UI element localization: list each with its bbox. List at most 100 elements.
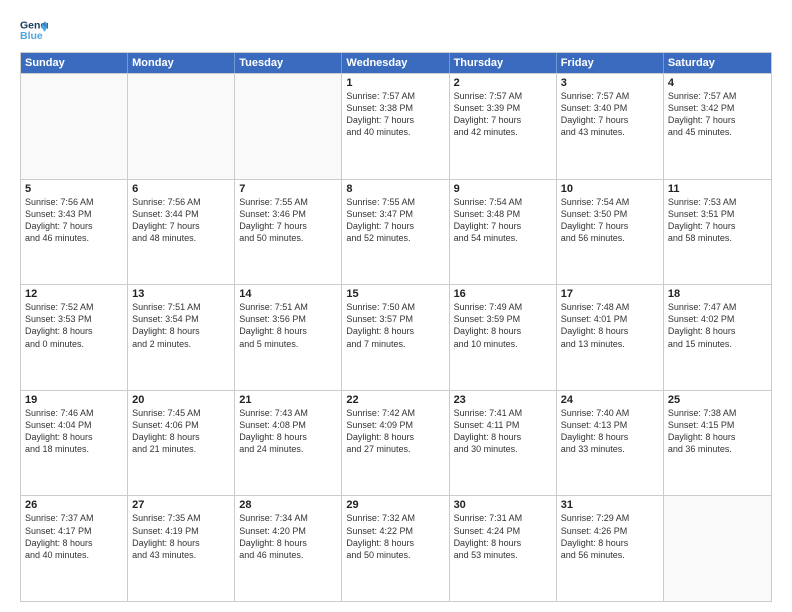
day-number: 23 — [454, 394, 552, 406]
calendar-cell: 28Sunrise: 7:34 AM Sunset: 4:20 PM Dayli… — [235, 496, 342, 601]
calendar-cell: 21Sunrise: 7:43 AM Sunset: 4:08 PM Dayli… — [235, 391, 342, 496]
logo-icon: General Blue — [20, 16, 48, 44]
calendar-cell: 27Sunrise: 7:35 AM Sunset: 4:19 PM Dayli… — [128, 496, 235, 601]
day-number: 24 — [561, 394, 659, 406]
weekday-header: Wednesday — [342, 53, 449, 73]
cell-info: Sunrise: 7:49 AM Sunset: 3:59 PM Dayligh… — [454, 301, 552, 350]
cell-info: Sunrise: 7:43 AM Sunset: 4:08 PM Dayligh… — [239, 407, 337, 456]
calendar-cell: 14Sunrise: 7:51 AM Sunset: 3:56 PM Dayli… — [235, 285, 342, 390]
cell-info: Sunrise: 7:54 AM Sunset: 3:50 PM Dayligh… — [561, 196, 659, 245]
cell-info: Sunrise: 7:55 AM Sunset: 3:46 PM Dayligh… — [239, 196, 337, 245]
calendar: SundayMondayTuesdayWednesdayThursdayFrid… — [20, 52, 772, 602]
weekday-header: Friday — [557, 53, 664, 73]
day-number: 2 — [454, 77, 552, 89]
page-header: General Blue — [20, 16, 772, 44]
cell-info: Sunrise: 7:52 AM Sunset: 3:53 PM Dayligh… — [25, 301, 123, 350]
calendar-cell: 19Sunrise: 7:46 AM Sunset: 4:04 PM Dayli… — [21, 391, 128, 496]
calendar-cell: 24Sunrise: 7:40 AM Sunset: 4:13 PM Dayli… — [557, 391, 664, 496]
cell-info: Sunrise: 7:57 AM Sunset: 3:40 PM Dayligh… — [561, 90, 659, 139]
day-number: 11 — [668, 183, 767, 195]
day-number: 25 — [668, 394, 767, 406]
cell-info: Sunrise: 7:46 AM Sunset: 4:04 PM Dayligh… — [25, 407, 123, 456]
day-number: 19 — [25, 394, 123, 406]
calendar-cell — [128, 74, 235, 179]
cell-info: Sunrise: 7:34 AM Sunset: 4:20 PM Dayligh… — [239, 512, 337, 561]
calendar-cell: 9Sunrise: 7:54 AM Sunset: 3:48 PM Daylig… — [450, 180, 557, 285]
calendar-cell: 8Sunrise: 7:55 AM Sunset: 3:47 PM Daylig… — [342, 180, 449, 285]
calendar-cell: 30Sunrise: 7:31 AM Sunset: 4:24 PM Dayli… — [450, 496, 557, 601]
calendar-cell: 13Sunrise: 7:51 AM Sunset: 3:54 PM Dayli… — [128, 285, 235, 390]
calendar-row: 1Sunrise: 7:57 AM Sunset: 3:38 PM Daylig… — [21, 73, 771, 179]
day-number: 10 — [561, 183, 659, 195]
cell-info: Sunrise: 7:51 AM Sunset: 3:54 PM Dayligh… — [132, 301, 230, 350]
day-number: 18 — [668, 288, 767, 300]
calendar-row: 19Sunrise: 7:46 AM Sunset: 4:04 PM Dayli… — [21, 390, 771, 496]
day-number: 21 — [239, 394, 337, 406]
calendar-header: SundayMondayTuesdayWednesdayThursdayFrid… — [21, 53, 771, 73]
calendar-cell: 2Sunrise: 7:57 AM Sunset: 3:39 PM Daylig… — [450, 74, 557, 179]
day-number: 26 — [25, 499, 123, 511]
day-number: 4 — [668, 77, 767, 89]
calendar-cell: 1Sunrise: 7:57 AM Sunset: 3:38 PM Daylig… — [342, 74, 449, 179]
cell-info: Sunrise: 7:55 AM Sunset: 3:47 PM Dayligh… — [346, 196, 444, 245]
cell-info: Sunrise: 7:35 AM Sunset: 4:19 PM Dayligh… — [132, 512, 230, 561]
calendar-cell: 22Sunrise: 7:42 AM Sunset: 4:09 PM Dayli… — [342, 391, 449, 496]
weekday-header: Tuesday — [235, 53, 342, 73]
cell-info: Sunrise: 7:45 AM Sunset: 4:06 PM Dayligh… — [132, 407, 230, 456]
cell-info: Sunrise: 7:38 AM Sunset: 4:15 PM Dayligh… — [668, 407, 767, 456]
cell-info: Sunrise: 7:53 AM Sunset: 3:51 PM Dayligh… — [668, 196, 767, 245]
calendar-cell — [664, 496, 771, 601]
day-number: 9 — [454, 183, 552, 195]
cell-info: Sunrise: 7:57 AM Sunset: 3:39 PM Dayligh… — [454, 90, 552, 139]
logo: General Blue — [20, 16, 52, 44]
calendar-row: 5Sunrise: 7:56 AM Sunset: 3:43 PM Daylig… — [21, 179, 771, 285]
weekday-header: Monday — [128, 53, 235, 73]
day-number: 14 — [239, 288, 337, 300]
day-number: 8 — [346, 183, 444, 195]
day-number: 12 — [25, 288, 123, 300]
day-number: 1 — [346, 77, 444, 89]
day-number: 28 — [239, 499, 337, 511]
day-number: 17 — [561, 288, 659, 300]
calendar-body: 1Sunrise: 7:57 AM Sunset: 3:38 PM Daylig… — [21, 73, 771, 601]
calendar-cell: 12Sunrise: 7:52 AM Sunset: 3:53 PM Dayli… — [21, 285, 128, 390]
calendar-cell: 7Sunrise: 7:55 AM Sunset: 3:46 PM Daylig… — [235, 180, 342, 285]
cell-info: Sunrise: 7:32 AM Sunset: 4:22 PM Dayligh… — [346, 512, 444, 561]
cell-info: Sunrise: 7:48 AM Sunset: 4:01 PM Dayligh… — [561, 301, 659, 350]
calendar-cell: 23Sunrise: 7:41 AM Sunset: 4:11 PM Dayli… — [450, 391, 557, 496]
cell-info: Sunrise: 7:40 AM Sunset: 4:13 PM Dayligh… — [561, 407, 659, 456]
calendar-cell: 3Sunrise: 7:57 AM Sunset: 3:40 PM Daylig… — [557, 74, 664, 179]
cell-info: Sunrise: 7:29 AM Sunset: 4:26 PM Dayligh… — [561, 512, 659, 561]
day-number: 3 — [561, 77, 659, 89]
cell-info: Sunrise: 7:56 AM Sunset: 3:43 PM Dayligh… — [25, 196, 123, 245]
cell-info: Sunrise: 7:50 AM Sunset: 3:57 PM Dayligh… — [346, 301, 444, 350]
cell-info: Sunrise: 7:56 AM Sunset: 3:44 PM Dayligh… — [132, 196, 230, 245]
cell-info: Sunrise: 7:57 AM Sunset: 3:38 PM Dayligh… — [346, 90, 444, 139]
calendar-cell: 31Sunrise: 7:29 AM Sunset: 4:26 PM Dayli… — [557, 496, 664, 601]
calendar-row: 12Sunrise: 7:52 AM Sunset: 3:53 PM Dayli… — [21, 284, 771, 390]
svg-text:Blue: Blue — [20, 30, 43, 42]
calendar-cell: 29Sunrise: 7:32 AM Sunset: 4:22 PM Dayli… — [342, 496, 449, 601]
cell-info: Sunrise: 7:57 AM Sunset: 3:42 PM Dayligh… — [668, 90, 767, 139]
calendar-row: 26Sunrise: 7:37 AM Sunset: 4:17 PM Dayli… — [21, 495, 771, 601]
day-number: 22 — [346, 394, 444, 406]
calendar-cell: 11Sunrise: 7:53 AM Sunset: 3:51 PM Dayli… — [664, 180, 771, 285]
day-number: 31 — [561, 499, 659, 511]
cell-info: Sunrise: 7:54 AM Sunset: 3:48 PM Dayligh… — [454, 196, 552, 245]
day-number: 7 — [239, 183, 337, 195]
calendar-cell: 20Sunrise: 7:45 AM Sunset: 4:06 PM Dayli… — [128, 391, 235, 496]
weekday-header: Sunday — [21, 53, 128, 73]
cell-info: Sunrise: 7:47 AM Sunset: 4:02 PM Dayligh… — [668, 301, 767, 350]
day-number: 15 — [346, 288, 444, 300]
day-number: 30 — [454, 499, 552, 511]
cell-info: Sunrise: 7:41 AM Sunset: 4:11 PM Dayligh… — [454, 407, 552, 456]
calendar-cell: 18Sunrise: 7:47 AM Sunset: 4:02 PM Dayli… — [664, 285, 771, 390]
day-number: 6 — [132, 183, 230, 195]
calendar-cell — [21, 74, 128, 179]
calendar-cell: 6Sunrise: 7:56 AM Sunset: 3:44 PM Daylig… — [128, 180, 235, 285]
weekday-header: Thursday — [450, 53, 557, 73]
cell-info: Sunrise: 7:37 AM Sunset: 4:17 PM Dayligh… — [25, 512, 123, 561]
calendar-cell: 5Sunrise: 7:56 AM Sunset: 3:43 PM Daylig… — [21, 180, 128, 285]
day-number: 5 — [25, 183, 123, 195]
day-number: 27 — [132, 499, 230, 511]
